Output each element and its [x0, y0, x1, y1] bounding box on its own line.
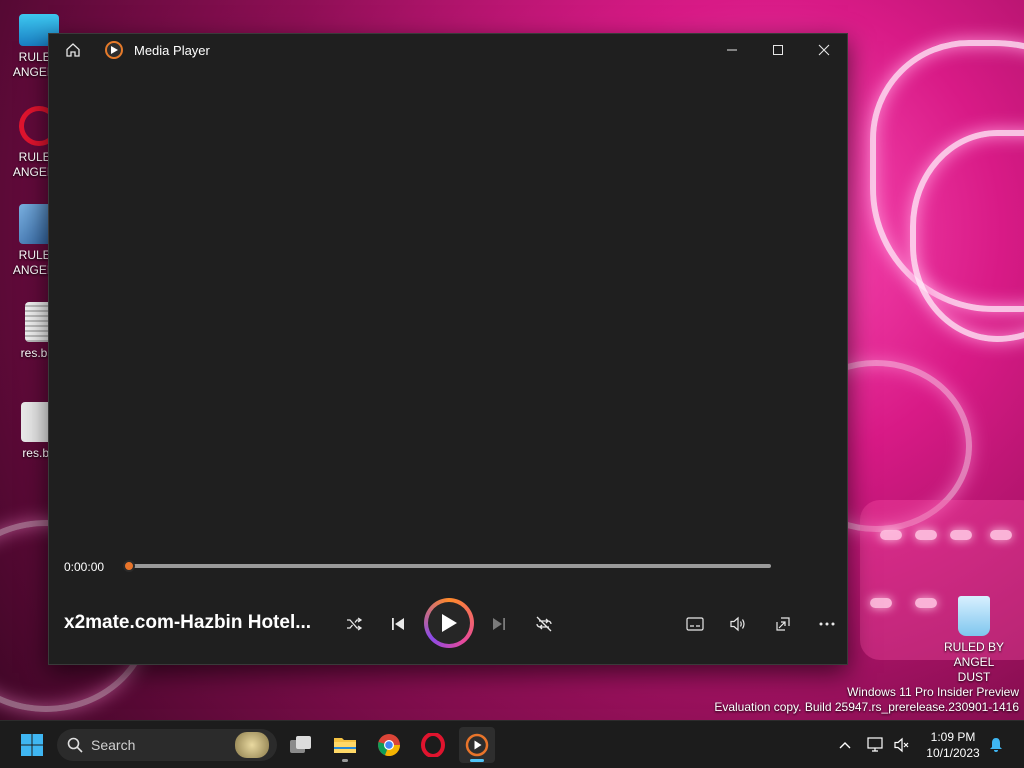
- media-player-icon: [465, 733, 489, 757]
- minimize-button[interactable]: [709, 34, 755, 66]
- volume-icon: [730, 616, 745, 632]
- seek-bar[interactable]: [123, 560, 771, 572]
- volume-button[interactable]: [722, 608, 754, 640]
- mini-player-button[interactable]: [767, 608, 799, 640]
- opera-button[interactable]: [415, 727, 451, 763]
- titlebar: Media Player: [49, 34, 847, 66]
- media-player-window: Media Player 0:00:00 x2mate.com-Hazbin H…: [48, 33, 848, 665]
- repeat-button[interactable]: [528, 608, 560, 640]
- video-canvas[interactable]: [49, 66, 847, 566]
- home-icon: [66, 43, 80, 57]
- next-icon: [493, 618, 505, 630]
- media-player-taskbar-button[interactable]: [459, 727, 495, 763]
- window-title: Media Player: [134, 42, 210, 58]
- play-button[interactable]: [424, 598, 474, 648]
- watermark-line-2: Evaluation copy. Build 25947.rs_prerelea…: [714, 700, 1019, 714]
- next-button[interactable]: [483, 608, 515, 640]
- recycle-bin-icon: [958, 596, 990, 636]
- home-button[interactable]: [55, 34, 91, 66]
- clock-date: 10/1/2023: [926, 746, 980, 760]
- file-explorer-button[interactable]: [327, 727, 363, 763]
- notifications-button[interactable]: [984, 733, 1008, 757]
- windows-logo-icon: [21, 734, 43, 756]
- start-button[interactable]: [14, 727, 50, 763]
- captions-icon: [686, 617, 704, 631]
- search-icon: [67, 737, 83, 753]
- bell-icon: [990, 738, 1002, 752]
- track-title: x2mate.com-Hazbin Hotel...: [64, 612, 312, 633]
- minimize-icon: [727, 49, 737, 51]
- search-placeholder: Search: [91, 737, 136, 753]
- previous-button[interactable]: [382, 608, 414, 640]
- volume-tray-button[interactable]: [890, 733, 914, 757]
- window-controls: [709, 34, 847, 66]
- folder-icon: [334, 738, 356, 753]
- chrome-icon: [378, 734, 401, 757]
- clock[interactable]: 1:09 PM 10/1/2023: [918, 729, 988, 761]
- seek-thumb[interactable]: [123, 560, 135, 572]
- repeat-off-icon: [536, 616, 552, 632]
- build-watermark: Windows 11 Pro Insider Preview Evaluatio…: [714, 685, 1019, 715]
- mini-player-icon: [776, 617, 790, 631]
- close-icon: [818, 44, 830, 56]
- maximize-icon: [773, 45, 783, 55]
- more-options-button[interactable]: [811, 608, 843, 640]
- clock-time: 1:09 PM: [930, 730, 976, 744]
- network-icon: [867, 737, 883, 752]
- maximize-button[interactable]: [755, 34, 801, 66]
- taskbar: Search 1:09 PM 10/1/2023: [0, 720, 1024, 768]
- shuffle-icon: [347, 617, 363, 631]
- more-icon: [819, 622, 835, 626]
- opera-icon: [421, 733, 445, 757]
- current-time: 0:00:00: [64, 560, 105, 574]
- play-icon: [442, 614, 457, 632]
- taskbar-search[interactable]: Search: [57, 729, 277, 761]
- shuffle-button[interactable]: [338, 608, 370, 640]
- captions-button[interactable]: [679, 608, 711, 640]
- watermark-line-1: Windows 11 Pro Insider Preview: [847, 685, 1019, 699]
- task-view-icon: [290, 736, 311, 753]
- previous-icon: [392, 618, 404, 630]
- volume-muted-icon: [894, 737, 909, 753]
- close-button[interactable]: [801, 34, 847, 66]
- desktop-icon-label: RULED BY: [943, 640, 1005, 654]
- chevron-up-icon: [839, 742, 851, 749]
- task-view-button[interactable]: [283, 727, 319, 763]
- show-hidden-icons-button[interactable]: [833, 733, 857, 757]
- desktop-icon-label: ANGEL DUST: [953, 655, 995, 684]
- search-highlight-image: [235, 732, 269, 758]
- chrome-button[interactable]: [371, 727, 407, 763]
- media-player-app-icon: [105, 41, 123, 59]
- network-button[interactable]: [864, 733, 888, 757]
- desktop-icon-recycle-bin[interactable]: RULED BY ANGEL DUST: [936, 596, 1012, 685]
